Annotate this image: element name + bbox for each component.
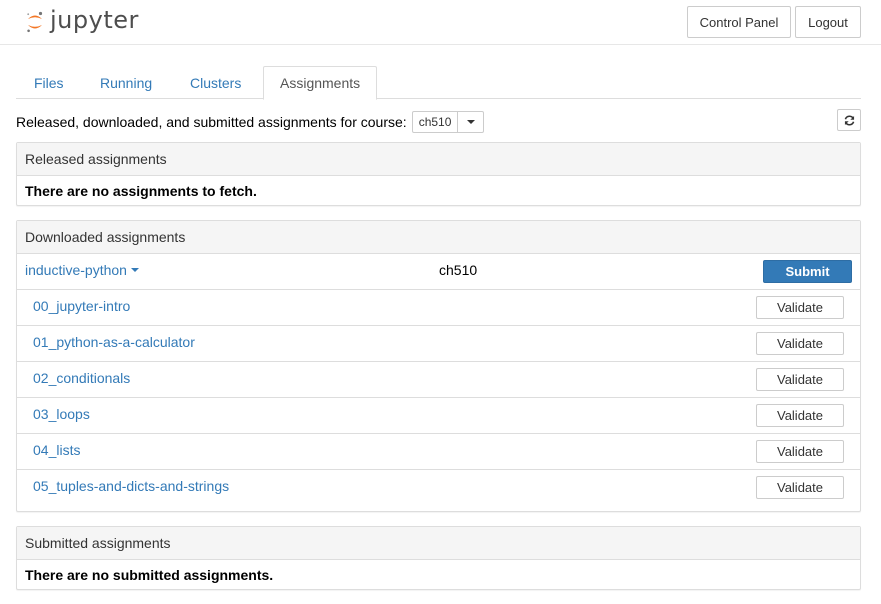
notebook-link[interactable]: 04_lists [33, 442, 80, 458]
assignment-course: ch510 [439, 262, 478, 278]
jupyter-logo-icon [27, 11, 43, 33]
notebook-link[interactable]: 01_python-as-a-calculator [33, 334, 195, 350]
downloaded-heading: Downloaded assignments [17, 221, 860, 254]
assignment-row: inductive-python ch510 Submit [17, 254, 860, 290]
course-select[interactable]: ch510 [411, 111, 485, 133]
refresh-icon [844, 114, 854, 126]
validate-button[interactable]: Validate [756, 476, 844, 499]
control-panel-button[interactable]: Control Panel [687, 6, 791, 38]
submitted-empty-message: There are no submitted assignments. [25, 567, 274, 583]
notebook-row: 03_loops Validate [17, 398, 860, 434]
validate-button[interactable]: Validate [756, 440, 844, 463]
submitted-assignments-panel: Submitted assignments There are no submi… [16, 526, 861, 590]
course-selector-row: Released, downloaded, and submitted assi… [16, 111, 485, 133]
notebook-row: 05_tuples-and-dicts-and-strings Validate [17, 470, 860, 506]
notebook-row: 00_jupyter-intro Validate [17, 290, 860, 326]
jupyter-logo[interactable]: jupyter [26, 6, 139, 37]
released-empty-message: There are no assignments to fetch. [25, 183, 257, 199]
notebook-link[interactable]: 02_conditionals [33, 370, 130, 386]
notebook-link[interactable]: 05_tuples-and-dicts-and-strings [33, 478, 229, 494]
notebook-link[interactable]: 00_jupyter-intro [33, 298, 130, 314]
submit-button[interactable]: Submit [763, 260, 852, 283]
caret-down-icon [457, 112, 483, 132]
released-heading: Released assignments [17, 143, 860, 176]
caret-down-icon [130, 268, 139, 272]
assignment-name: inductive-python [25, 262, 127, 278]
assignment-link[interactable]: inductive-python [25, 262, 139, 278]
course-select-value: ch510 [418, 115, 452, 129]
submitted-heading: Submitted assignments [17, 527, 860, 560]
tab-clusters[interactable]: Clusters [174, 66, 257, 99]
header-bar: jupyter Control Panel Logout [0, 0, 881, 45]
tab-bar: Files Running Clusters Assignments [16, 66, 861, 100]
validate-button[interactable]: Validate [756, 368, 844, 391]
tab-running[interactable]: Running [84, 66, 168, 99]
notebook-link[interactable]: 03_loops [33, 406, 90, 422]
refresh-button[interactable] [837, 109, 861, 131]
validate-button[interactable]: Validate [756, 332, 844, 355]
released-assignments-panel: Released assignments There are no assign… [16, 142, 861, 206]
course-label: Released, downloaded, and submitted assi… [16, 114, 407, 130]
notebook-row: 01_python-as-a-calculator Validate [17, 326, 860, 362]
notebook-row: 04_lists Validate [17, 434, 860, 470]
validate-button[interactable]: Validate [756, 404, 844, 427]
logout-button[interactable]: Logout [795, 6, 861, 38]
validate-button[interactable]: Validate [756, 296, 844, 319]
notebook-row: 02_conditionals Validate [17, 362, 860, 398]
tab-files[interactable]: Files [18, 66, 80, 99]
logo-text: jupyter [50, 6, 139, 34]
tab-assignments[interactable]: Assignments [263, 66, 378, 100]
downloaded-assignments-panel: Downloaded assignments inductive-python … [16, 220, 861, 512]
